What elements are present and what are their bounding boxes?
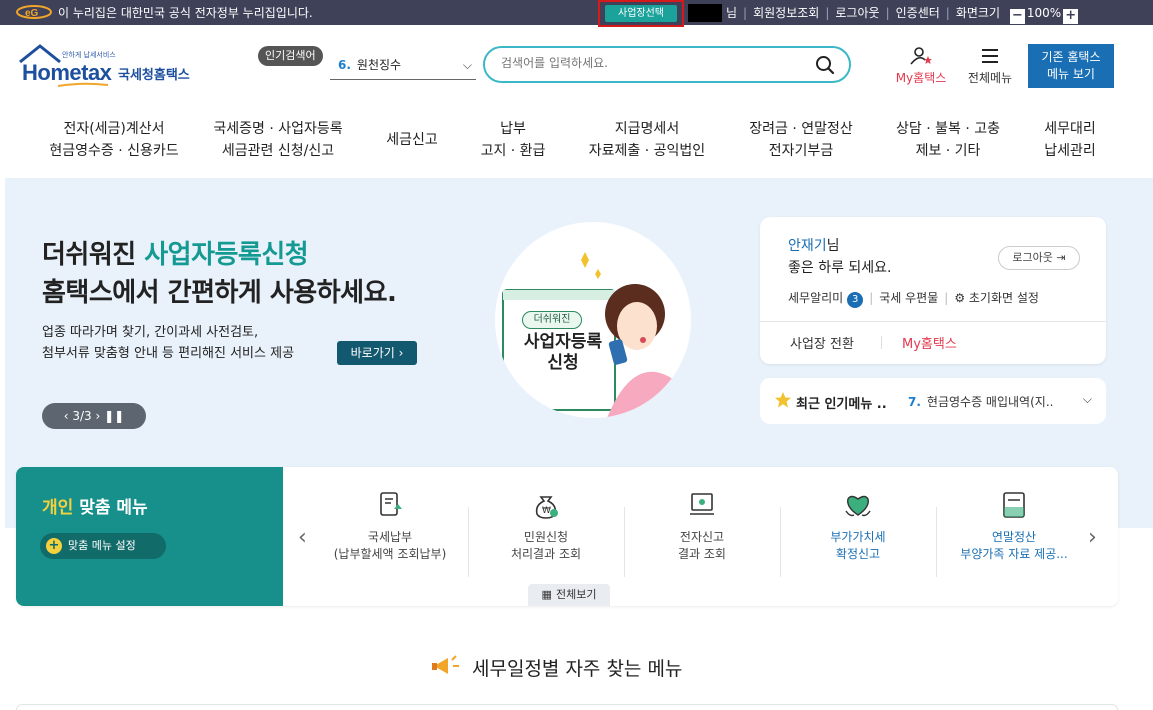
search-input[interactable] — [501, 56, 801, 70]
hero-description: 업종 따라가며 찾기, 간이과세 사전검토, 첨부서류 맞춤형 안내 등 편리해… — [42, 325, 295, 361]
nav-certificate[interactable]: 국세증명 · 사업자등록 세금관련 신청/신고 — [198, 118, 358, 162]
divider — [881, 336, 882, 349]
money-bag-icon: ₩ — [535, 496, 558, 519]
search-box — [483, 46, 851, 83]
top-utility-links: 님 | 회원정보조회 | 로그아웃 | 인증센터 | 화면크기 −100% + — [726, 4, 1080, 24]
banner-pager-control[interactable]: ‹ 3/3 › ❚❚ — [42, 403, 146, 429]
egov-logo-icon: eG — [16, 5, 52, 19]
user-name: 안재기님 — [788, 238, 840, 254]
vat-heart-icon — [845, 495, 871, 517]
tax-mailbox-link[interactable]: 국세 우편물 — [879, 291, 938, 305]
carousel-prev-button[interactable]: ‹ — [298, 525, 307, 550]
card-logout-button[interactable]: 로그아웃 ⇥ — [998, 246, 1080, 270]
tax-alerts-link[interactable]: 세무알리미 — [788, 291, 843, 305]
card-my-hometax-link[interactable]: My홈택스 — [902, 333, 957, 352]
my-hometax-button[interactable]: My홈택스 — [890, 46, 952, 86]
nav-tax-agent[interactable]: 세무대리 납세관리 — [1030, 118, 1110, 162]
nav-incentive[interactable]: 장려금 · 연말정산 전자기부금 — [736, 118, 866, 162]
divider — [760, 321, 1106, 322]
zoom-level: 100% — [1026, 6, 1062, 20]
user-greeting: 좋은 하루 되세요. — [788, 260, 892, 276]
nav-counsel[interactable]: 상담 · 불복 · 고충 제보 · 기타 — [884, 118, 1012, 162]
custom-menu-settings-button[interactable]: + 맞춤 메뉴 설정 — [40, 533, 166, 559]
star-icon — [775, 392, 791, 408]
user-suffix: 님 — [726, 6, 738, 20]
nav-payment-statement[interactable]: 지급명세서 자료제출 · 공익법인 — [576, 118, 718, 162]
hometax-logo[interactable]: 안하게 납세서비스 Hometax 국세청홈택스 — [18, 44, 208, 88]
logout-link[interactable]: 로그아웃 — [835, 6, 879, 20]
nav-e-invoice[interactable]: 전자(세금)계산서 현금영수증 · 신용카드 — [34, 118, 194, 162]
chevron-down-icon: ⌵ — [1082, 392, 1092, 406]
popular-search-term: 원천징수 — [356, 58, 402, 72]
all-menu-button[interactable]: 전체메뉴 — [962, 46, 1018, 86]
search-icon[interactable] — [815, 55, 835, 75]
member-info-link[interactable]: 회원정보조회 — [753, 6, 819, 20]
tax-payment-icon — [380, 492, 402, 516]
schedule-panel — [16, 704, 1118, 710]
user-star-icon — [910, 47, 932, 65]
hero-go-button[interactable]: 바로가기 › — [337, 341, 417, 365]
menu-e-filing-result[interactable]: 전자신고 결과 조회 — [624, 489, 780, 563]
hamburger-icon — [982, 49, 998, 63]
popular-search-badge: 인기검색어 — [258, 46, 323, 66]
popular-search-select[interactable]: 6. 원천징수 ⌵ — [330, 56, 476, 80]
illustration-title: 사업자등록 신청 — [523, 332, 603, 373]
user-quick-links: 세무알리미 3 | 국세 우편물 | ⚙ 초기화면 설정 — [788, 289, 1039, 308]
plus-icon: + — [46, 538, 62, 554]
e-filing-icon — [690, 493, 714, 515]
chevron-down-icon: ⌵ — [462, 58, 472, 72]
megaphone-icon — [432, 655, 459, 674]
hero-illustration: 더쉬워진 사업자등록 신청 — [495, 222, 691, 418]
menu-civil-petition[interactable]: ₩ 민원신청 처리결과 조회 — [468, 489, 624, 563]
schedule-section-title: 세무일정별 자주 찾는 메뉴 — [430, 652, 682, 681]
custom-menu-header: 개인 맞춤 메뉴 + 맞춤 메뉴 설정 — [16, 467, 283, 606]
cert-center-link[interactable]: 인증센터 — [896, 6, 940, 20]
nav-payment[interactable]: 납부 고지 · 환급 — [470, 118, 556, 162]
grid-icon: ▦ — [541, 588, 552, 601]
hero-title: 더쉬워진 사업자등록신청 홈택스에서 간편하게 사용하세요. — [42, 240, 397, 308]
year-end-icon — [1003, 492, 1025, 518]
custom-menu-title: 개인 맞춤 메뉴 — [42, 498, 148, 518]
svg-text:₩: ₩ — [542, 506, 551, 516]
switch-business-link[interactable]: 사업장 전환 — [790, 333, 854, 352]
main-navigation: 전자(세금)계산서 현금영수증 · 신용카드 국세증명 · 사업자등록 세금관련 신… — [0, 110, 1153, 178]
user-login-card: 안재기님 좋은 하루 되세요. 로그아웃 ⇥ 세무알리미 3 | 국세 우편물 | ⚙ 초… — [760, 217, 1106, 364]
see-all-button[interactable]: ▦ 전체보기 — [528, 584, 610, 606]
illustration-badge: 더쉬워진 — [522, 311, 582, 329]
menu-year-end-settlement[interactable]: 연말정산 부양가족 자료 제공... — [936, 489, 1092, 563]
reset-screen-link[interactable]: ⚙ 초기화면 설정 — [954, 291, 1039, 305]
business-select-button[interactable]: 사업장선택 — [598, 0, 684, 27]
masked-username — [688, 4, 722, 22]
menu-vat-final-filing[interactable]: 부가가치세 확정신고 — [780, 489, 936, 563]
recent-popular-menu[interactable]: 최근 인기메뉴 .. 7. 현금영수증 매입내역(지.. ⌵ — [760, 378, 1106, 424]
nav-tax-filing[interactable]: 세금신고 — [372, 129, 452, 151]
alerts-count-badge: 3 — [847, 292, 864, 308]
zoom-in-button[interactable]: + — [1063, 9, 1079, 24]
zoom-out-button[interactable]: − — [1009, 9, 1025, 24]
menu-tax-payment[interactable]: 국세납부 (납부할세액 조회납부) — [312, 489, 468, 563]
old-hometax-menu-button[interactable]: 기존 홈택스 메뉴 보기 — [1028, 44, 1114, 88]
screen-size-label: 화면크기 — [955, 6, 1000, 20]
logo-swoosh-icon — [58, 82, 108, 87]
svg-text:eG: eG — [25, 8, 39, 19]
gov-notice-text: 이 누리집은 대한민국 공식 전자정부 누리집입니다. — [58, 6, 313, 20]
